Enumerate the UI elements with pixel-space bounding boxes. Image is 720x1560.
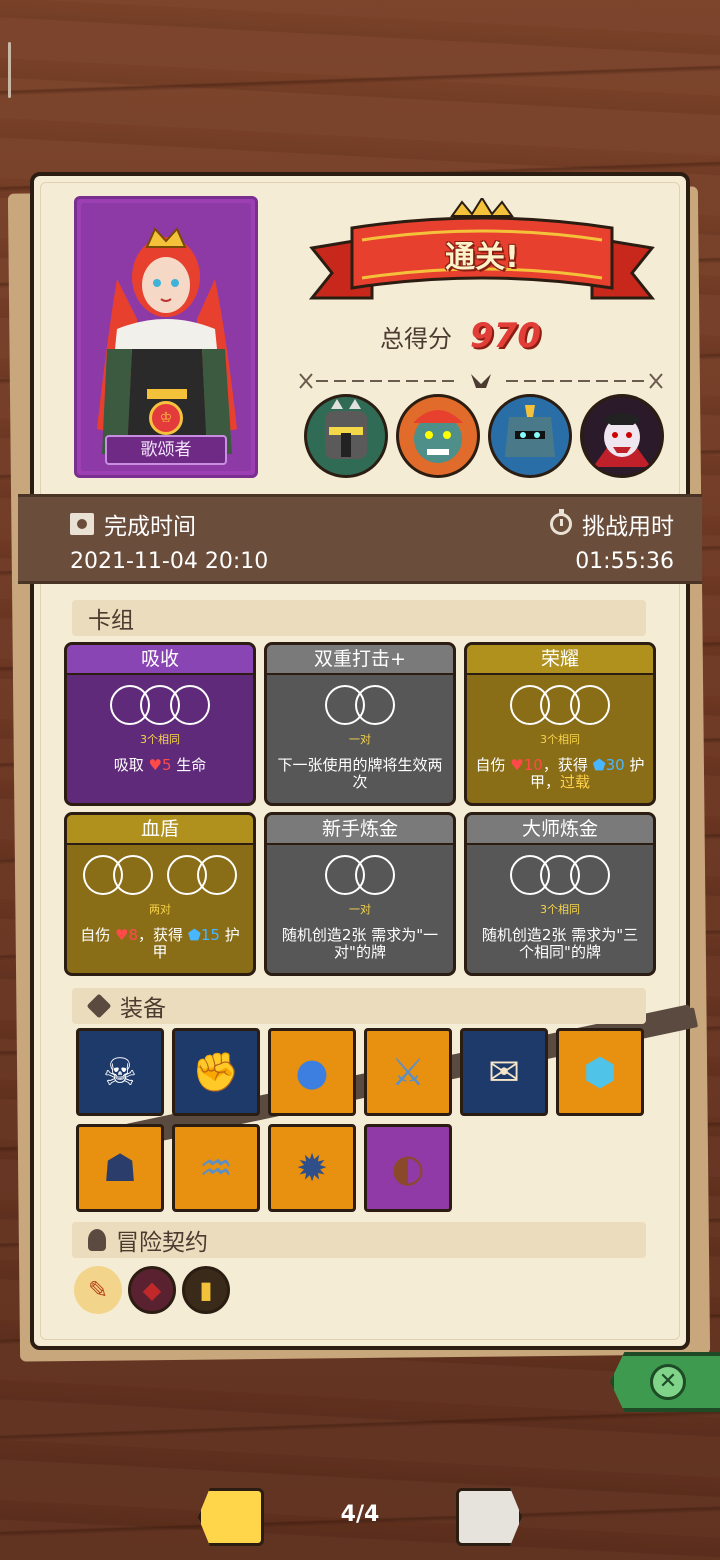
card-description: 吸取 ♥5 生命 — [113, 756, 207, 774]
victory-text: 通关! — [445, 240, 519, 275]
card-double-strike[interactable]: 双重打击+ 一对 下一张使用的牌将生效两次 — [264, 642, 456, 806]
card-title: 血盾 — [67, 815, 253, 845]
cube-icon — [86, 993, 112, 1019]
card-type: 两对 — [149, 903, 171, 916]
skull-helmet-icon[interactable]: ☠ — [76, 1028, 164, 1116]
card-description: 下一张使用的牌将生效两次 — [277, 756, 443, 791]
deck-section-header: 卡组 — [72, 600, 694, 1150]
spiked-ball-icon[interactable]: ✹ — [268, 1124, 356, 1212]
card-type: 3个相同 — [540, 733, 580, 746]
heart-icon: ♥ — [148, 756, 162, 774]
card-novice-alchemy[interactable]: 新手炼金 一对 随机创造2张 需求为"一对"的牌 — [264, 812, 456, 976]
card-title: 双重打击+ — [267, 645, 453, 675]
boss-divider — [299, 373, 663, 389]
score-label: 总得分 — [380, 324, 452, 353]
completion-info: 完成时间 2021-11-04 20:10 挑战用时 01:55:36 — [18, 494, 702, 584]
close-button[interactable]: ✕ — [610, 1352, 720, 1412]
finish-time-value: 2021-11-04 20:10 — [70, 549, 269, 574]
equipment-section-header: 装备 — [72, 988, 646, 1024]
contract-list: ✎ ◆ ▮ — [74, 1266, 230, 1314]
result-panel: ♔ 歌颂者 通关! 总得分 970 完成时间 2021-11-04 20:10 … — [18, 172, 702, 1350]
shield-icon: ⬟ — [187, 926, 201, 944]
card-requirement-icon — [267, 855, 453, 895]
card-description: 自伤 ♥8，获得 ⬟15 护甲 — [80, 926, 240, 961]
score-row: 总得分 970 — [380, 314, 541, 358]
hero-emblem-icon: ♔ — [149, 401, 183, 435]
previous-page-button[interactable] — [198, 1488, 264, 1546]
card-description: 自伤 ♥10，获得 ⬟30 护甲，过载 — [475, 756, 645, 791]
contract-cube-icon[interactable]: ◆ — [128, 1266, 176, 1314]
card-blood-shield[interactable]: 血盾 两对 自伤 ♥8，获得 ⬟15 护甲 — [64, 812, 256, 976]
plague-mask-icon[interactable]: ☗ — [76, 1124, 164, 1212]
contract-scroll-icon[interactable]: ✎ — [74, 1266, 122, 1314]
gauntlet-icon[interactable]: ✊ — [172, 1028, 260, 1116]
contract-totem-icon[interactable]: ▮ — [182, 1266, 230, 1314]
card-description: 随机创造2张 需求为"三个相同"的牌 — [481, 926, 639, 961]
card-requirement-icon — [67, 855, 253, 895]
heart-icon: ♥ — [115, 926, 129, 944]
status-indicator — [8, 42, 11, 98]
crystal-shield-icon[interactable]: ⬢ — [556, 1028, 644, 1116]
hero-portrait[interactable]: ♔ 歌颂者 — [74, 196, 258, 478]
card-requirement-icon — [467, 855, 653, 895]
card-absorb[interactable]: 吸收 3个相同 吸取 ♥5 生命 — [64, 642, 256, 806]
card-title: 新手炼金 — [267, 815, 453, 845]
card-type: 一对 — [349, 903, 371, 916]
boss-vampire-icon[interactable] — [580, 394, 664, 478]
shield-icon: ⬟ — [592, 756, 606, 774]
card-type: 3个相同 — [540, 903, 580, 916]
horn-icon[interactable]: ♒ — [172, 1124, 260, 1212]
boss-armored-knight-icon[interactable] — [304, 394, 388, 478]
card-glory[interactable]: 荣耀 3个相同 自伤 ♥10，获得 ⬟30 护甲，过载 — [464, 642, 656, 806]
stopwatch-icon — [550, 509, 572, 535]
saw-blade-icon[interactable]: ⚔ — [364, 1028, 452, 1116]
leather-shield-icon[interactable]: ◐ — [364, 1124, 452, 1212]
duration-value: 01:55:36 — [575, 549, 674, 574]
close-icon: ✕ — [650, 1364, 686, 1400]
page-indicator: 4/4 — [340, 1502, 380, 1527]
card-requirement-icon — [67, 685, 253, 725]
card-requirement-icon — [267, 685, 453, 725]
score-value: 970 — [470, 316, 541, 356]
duration-label: 挑战用时 — [550, 507, 674, 541]
card-description: 随机创造2张 需求为"一对"的牌 — [281, 926, 439, 961]
card-requirement-icon — [467, 685, 653, 725]
finish-time-label: 完成时间 — [70, 507, 196, 541]
film-icon — [70, 513, 94, 535]
card-title: 荣耀 — [467, 645, 653, 675]
victory-banner: 通关! — [302, 196, 662, 318]
contracts-section-header: 冒险契约 — [72, 1222, 646, 1258]
heart-icon: ♥ — [510, 756, 524, 774]
card-title: 大师炼金 — [467, 815, 653, 845]
boss-iron-golem-icon[interactable] — [488, 394, 572, 478]
card-type: 一对 — [349, 733, 371, 746]
defeated-bosses — [304, 394, 664, 478]
card-title: 吸收 — [67, 645, 253, 675]
card-master-alchemy[interactable]: 大师炼金 3个相同 随机创造2张 需求为"三个相同"的牌 — [464, 812, 656, 976]
hero-name: 歌颂者 — [105, 435, 227, 465]
next-page-button[interactable] — [456, 1488, 522, 1546]
boss-ogre-icon[interactable] — [396, 394, 480, 478]
scroll-icon[interactable]: ✉ — [460, 1028, 548, 1116]
person-icon — [88, 1229, 106, 1251]
card-type: 3个相同 — [140, 733, 180, 746]
slime-icon[interactable]: ● — [268, 1028, 356, 1116]
